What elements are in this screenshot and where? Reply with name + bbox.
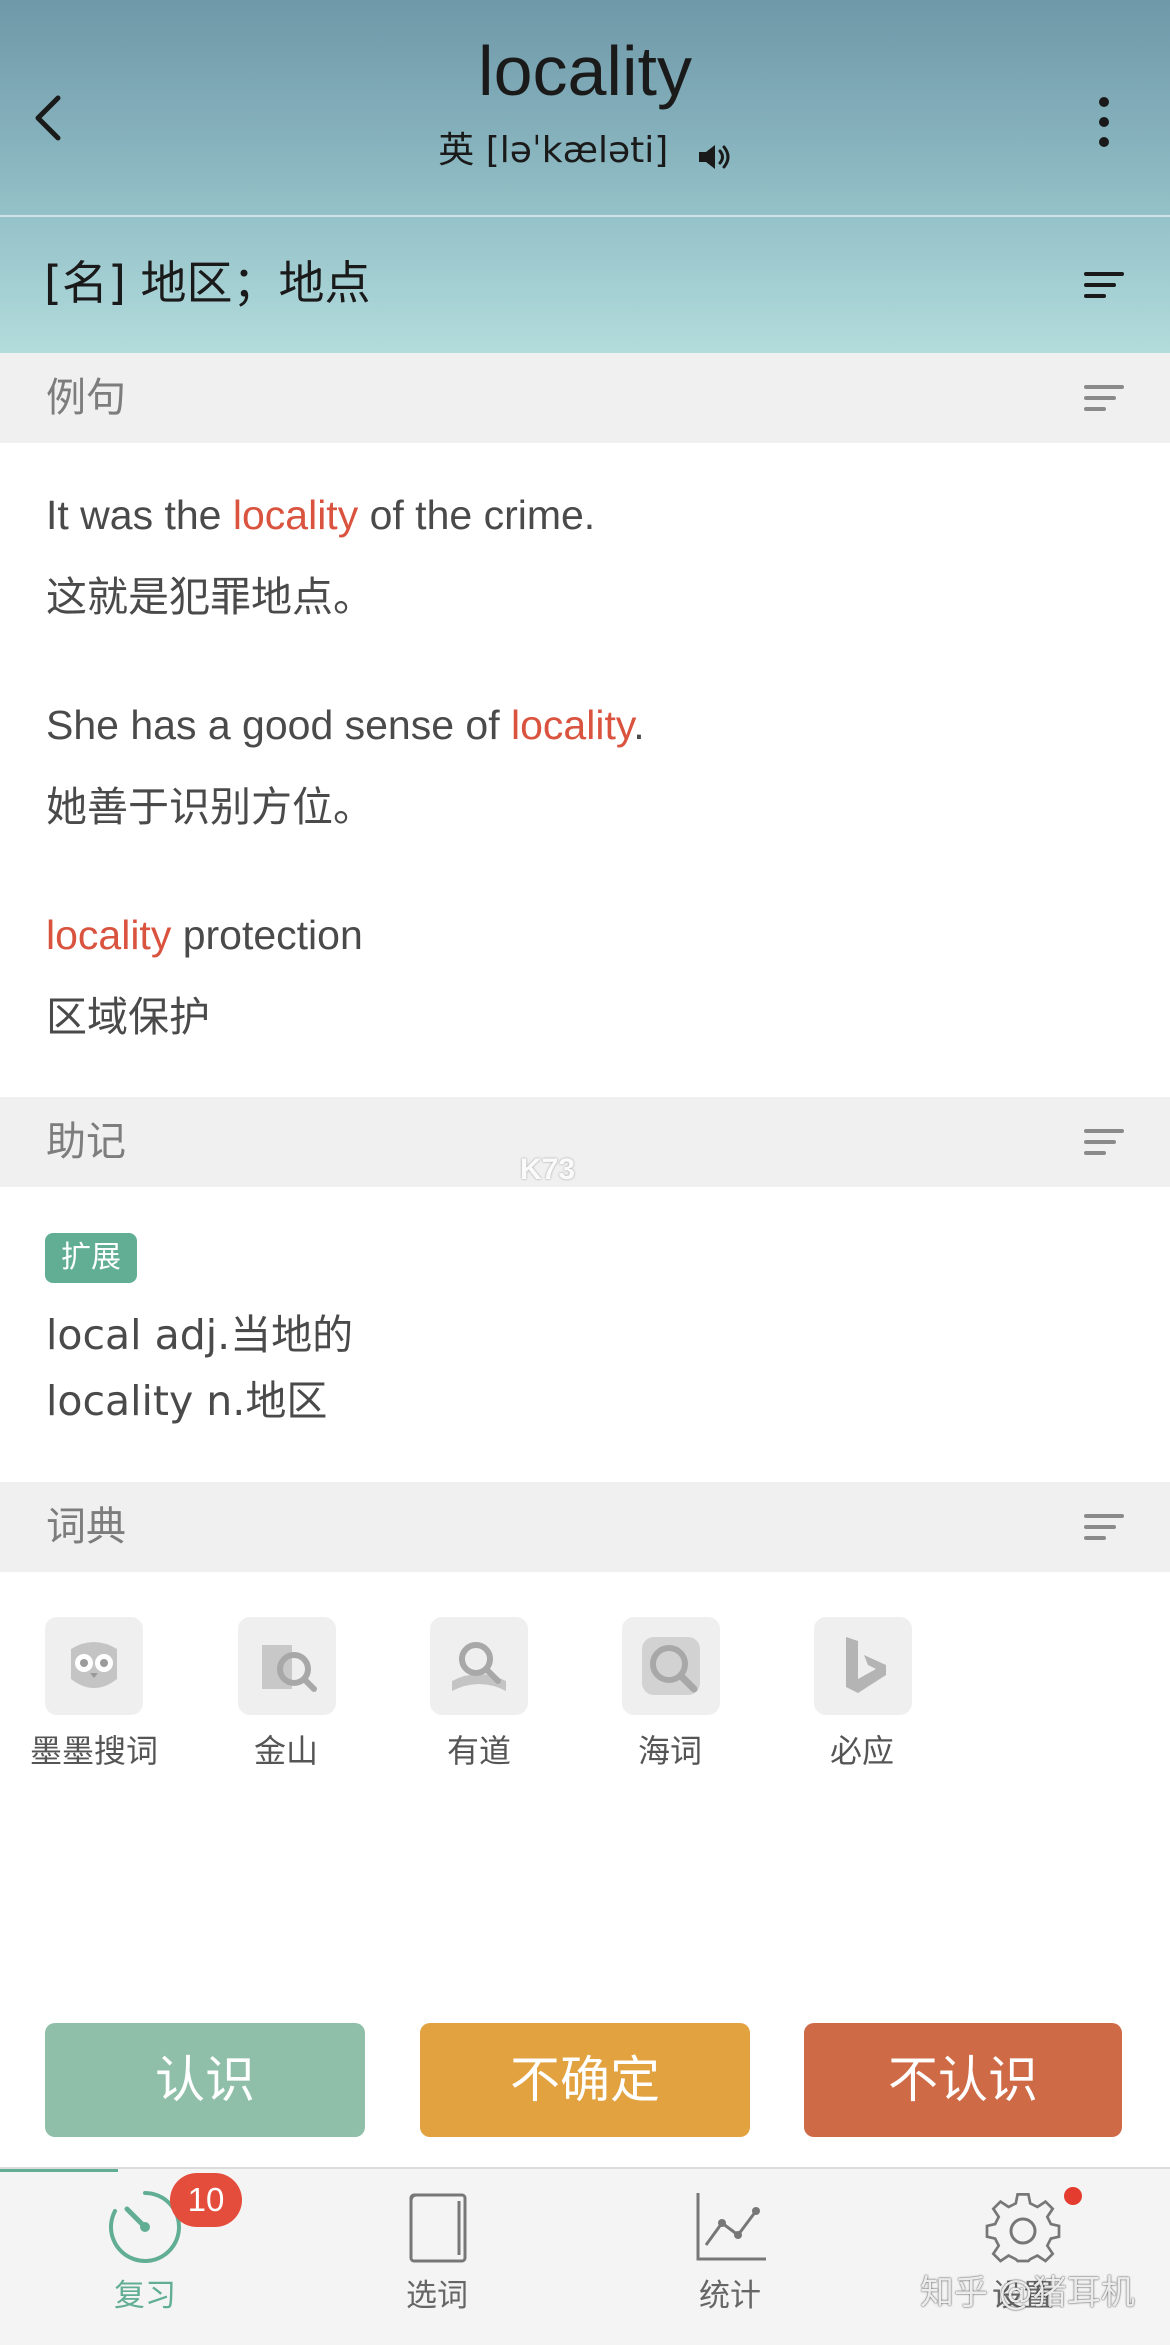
example-text: . [633,702,645,748]
tab-label: 统计 [699,2278,761,2314]
dictionary-label: 有道 [446,1732,511,1770]
know-button[interactable]: 认识 [45,2023,365,2137]
word-title: locality [478,32,692,110]
examples-section-header[interactable]: 例句 [0,353,1170,443]
sort-lines-icon [1084,385,1124,411]
mnemonic-section-header[interactable]: 助记 [0,1097,1170,1187]
phonetic-text: [ləˈkæləti] [485,130,669,171]
examples-title: 例句 [46,375,126,421]
tab-settings[interactable]: 设置 [923,2169,1123,2345]
chart-icon [696,2193,766,2261]
phonetic-region: 英 [438,130,475,171]
mnemonic-title: 助记 [46,1119,126,1165]
dictionary-dictcn[interactable]: 海词 [577,1617,737,1777]
tab-label: 选词 [406,2278,468,2314]
dictionary-kingsoft[interactable]: 金山 [193,1617,353,1777]
review-count-badge: 10 [170,2173,242,2227]
example-sentence[interactable]: She has a good sense of locality. [46,695,645,755]
definition-text: [名] 地区；地点 [44,256,371,310]
dictionary-label: 必应 [829,1732,894,1770]
word-header: locality 英 [ləˈkæləti] [名] 地区；地点 [0,0,1170,353]
site-watermark: K73 [520,1153,576,1186]
settings-notification-dot [1064,2187,1082,2205]
book-icon [409,2193,467,2263]
pronounce-button[interactable] [696,136,732,169]
examples-menu-icon[interactable] [1084,383,1124,413]
example-text: She has a good sense of [46,702,512,748]
zhihu-watermark: 知乎 @猪耳机 [920,2273,1135,2313]
dictionary-section-header[interactable]: 词典 [0,1482,1170,1572]
phonetic-row: 英 [ləˈkæləti] [0,125,1170,176]
dictionary-youdao[interactable]: 有道 [385,1617,545,1777]
example-translation: 区域保护 [46,993,210,1041]
example-sentence[interactable]: locality protection [46,905,363,965]
example-highlight: locality [232,492,359,538]
dictionary-label: 金山 [253,1732,318,1770]
example-text: of the crime. [358,492,596,538]
sort-lines-icon [1084,1514,1124,1540]
example-translation: 她善于识别方位。 [46,783,374,831]
definition-menu-button[interactable] [1084,270,1124,300]
example-sentence[interactable]: It was the locality of the crime. [46,485,595,545]
more-button[interactable] [1086,90,1122,154]
mnemonic-line: local adj.当地的 [46,1311,354,1359]
dictionary-label: 墨墨搜词 [29,1732,158,1770]
dict-cn-search-icon [622,1617,720,1715]
dictionary-title: 词典 [46,1504,126,1550]
example-highlight: locality [46,912,172,958]
bing-icon [814,1617,912,1715]
tab-statistics[interactable]: 统计 [630,2169,830,2345]
dictionary-label: 海词 [637,1732,702,1770]
example-text: protection [171,912,363,958]
tab-select-words[interactable]: 选词 [337,2169,537,2345]
dictionary-menu-icon[interactable] [1084,1512,1124,1542]
mnemonic-line: locality n.地区 [46,1377,328,1425]
example-highlight: locality [511,702,634,748]
unsure-button[interactable]: 不确定 [420,2023,750,2137]
example-translation: 这就是犯罪地点。 [46,573,374,621]
example-text: It was the [46,492,233,538]
header-divider [0,215,1170,217]
owl-icon [45,1617,143,1715]
tab-label: 复习 [114,2278,176,2314]
speaker-icon [698,145,730,169]
sort-lines-icon [1084,272,1124,298]
mnemonic-menu-icon[interactable] [1084,1127,1124,1157]
unknown-button[interactable]: 不认识 [804,2023,1122,2137]
kingsoft-search-icon [238,1617,336,1715]
dictionary-bing[interactable]: 必应 [769,1617,929,1777]
mnemonic-tag: 扩展 [45,1233,137,1283]
youdao-search-icon [430,1617,528,1715]
dictionary-momo[interactable]: 墨墨搜词 [0,1617,160,1777]
sort-lines-icon [1084,1129,1124,1155]
more-vertical-icon [1099,97,1109,147]
gear-icon [985,2193,1061,2263]
